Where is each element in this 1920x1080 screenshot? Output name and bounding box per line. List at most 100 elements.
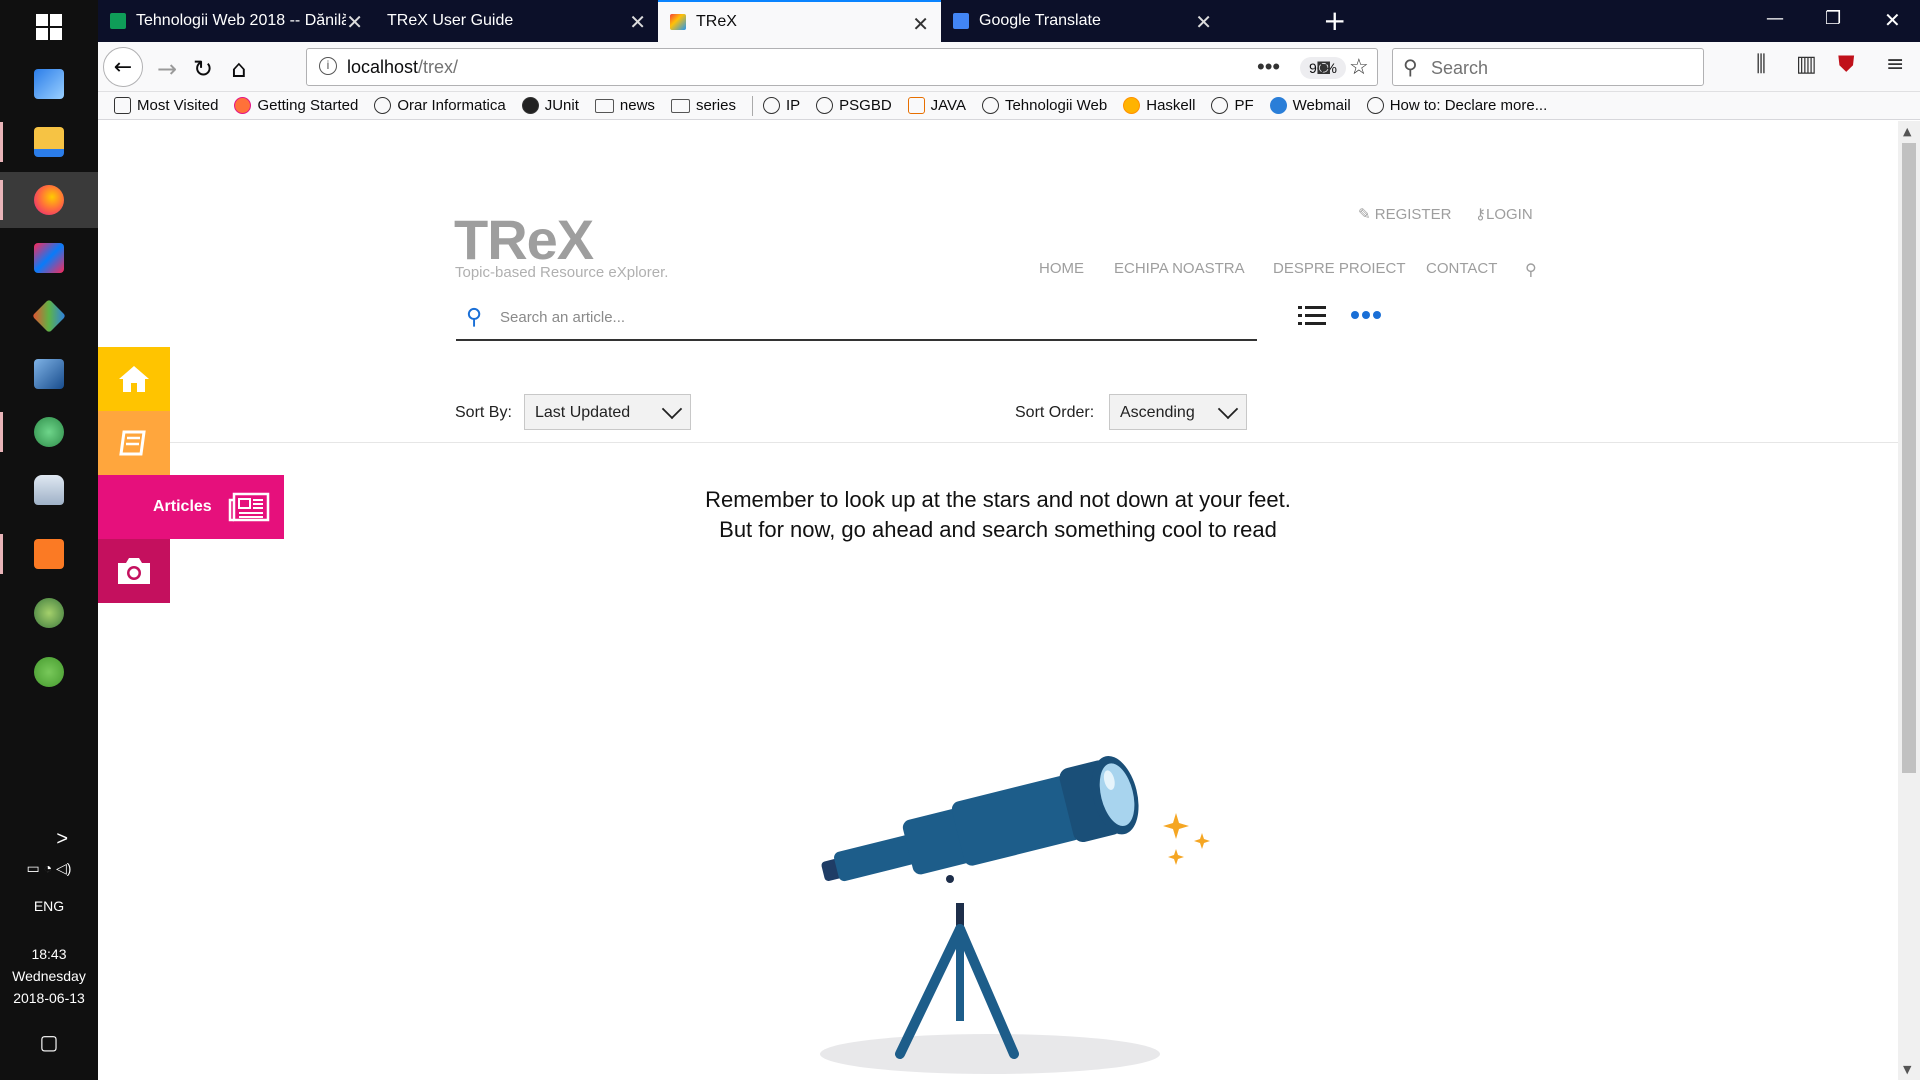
- nav-contact[interactable]: CONTACT: [1426, 260, 1497, 277]
- newspaper-icon: [228, 492, 269, 522]
- home-button[interactable]: ⌂: [222, 52, 256, 86]
- close-window-icon[interactable]: ✕: [1884, 8, 1901, 32]
- chevron-down-icon: [1217, 398, 1239, 420]
- tab-google-translate[interactable]: Google Translate ✕: [941, 0, 1224, 42]
- nav-despre-proiect[interactable]: DESPRE PROIECT: [1273, 260, 1406, 277]
- clock-date[interactable]: 2018-06-13: [0, 990, 98, 1006]
- bookmark-how-to-declare[interactable]: How to: Declare more...: [1366, 97, 1547, 114]
- android-studio-icon[interactable]: [0, 585, 98, 641]
- file-explorer-icon[interactable]: [0, 114, 98, 170]
- database-icon[interactable]: [0, 462, 98, 518]
- scroll-up-icon[interactable]: ▲: [1903, 125, 1911, 138]
- bookmark-ip[interactable]: IP: [762, 97, 800, 114]
- tab-trex[interactable]: TReX ✕: [658, 0, 941, 42]
- bookmark-getting-started[interactable]: Getting Started: [234, 97, 358, 114]
- restore-icon[interactable]: ❐: [1825, 8, 1841, 29]
- tab-tehnologii-web[interactable]: Tehnologii Web 2018 -- Dănilă ✕: [98, 0, 375, 42]
- key-icon: ⚷: [1475, 206, 1486, 223]
- scrollbar-thumb[interactable]: [1902, 143, 1916, 773]
- atom-icon[interactable]: [0, 404, 98, 460]
- site-logo[interactable]: TReX: [454, 207, 594, 272]
- bookmark-series[interactable]: series: [670, 97, 736, 114]
- page-actions-icon[interactable]: •••: [1257, 54, 1280, 80]
- windows-start-icon[interactable]: [36, 14, 62, 40]
- search-icon: ⚲: [1403, 57, 1418, 79]
- tray-icons[interactable]: ▭ ◔ ◁): [0, 860, 98, 877]
- bookmark-orar-informatica[interactable]: Orar Informatica: [374, 97, 506, 114]
- side-menu-home[interactable]: [98, 347, 170, 411]
- gear-icon: [114, 97, 131, 114]
- side-menu-gallery[interactable]: [98, 539, 170, 603]
- nav-echipa-noastra[interactable]: ECHIPA NOASTRA: [1114, 260, 1245, 277]
- side-menu-books[interactable]: [98, 411, 170, 475]
- globe-icon: [1211, 97, 1229, 114]
- bookmark-tehnologii-web[interactable]: Tehnologii Web: [981, 97, 1107, 114]
- github-icon: [521, 97, 539, 114]
- close-tab-icon[interactable]: ✕: [1195, 10, 1212, 35]
- globe-icon: [816, 97, 834, 114]
- bookmark-most-visited[interactable]: Most Visited: [114, 97, 218, 114]
- more-options-icon[interactable]: [1351, 311, 1381, 319]
- bookmark-star-icon[interactable]: ☆: [1349, 54, 1369, 80]
- virtualbox-icon[interactable]: [0, 346, 98, 402]
- reload-button[interactable]: ↻: [186, 52, 220, 86]
- intellij-icon[interactable]: [0, 230, 98, 286]
- book-icon: [119, 430, 146, 456]
- page-scrollbar[interactable]: ▲ ▼: [1898, 121, 1920, 1080]
- sort-by-label: Sort By:: [455, 404, 512, 421]
- git-icon[interactable]: [0, 288, 98, 344]
- globe-icon: [374, 97, 392, 114]
- tab-label: TReX: [696, 13, 737, 30]
- network-drive-icon[interactable]: [0, 56, 98, 112]
- ublock-icon[interactable]: ⛊: [1838, 52, 1855, 77]
- nav-home[interactable]: HOME: [1039, 260, 1084, 277]
- scroll-down-icon[interactable]: ▼: [1903, 1063, 1911, 1076]
- page-content: TReX Topic-based Resource eXplorer. ✎ RE…: [98, 121, 1898, 1080]
- quote-line-2: But for now, go ahead and search somethi…: [719, 517, 1277, 542]
- forward-button[interactable]: →: [150, 52, 184, 86]
- back-button[interactable]: ←: [103, 47, 143, 87]
- close-tab-icon[interactable]: ✕: [629, 10, 646, 35]
- firefox-icon[interactable]: [0, 172, 98, 228]
- xampp-icon[interactable]: [0, 526, 98, 582]
- bookmarks-toolbar: Most Visited Getting Started Orar Inform…: [98, 92, 1920, 120]
- side-menu-articles[interactable]: Articles: [98, 475, 284, 539]
- search-icon: ⚲: [466, 305, 483, 330]
- bookmark-psgbd[interactable]: PSGBD: [816, 97, 892, 114]
- article-search-input[interactable]: [500, 309, 1200, 326]
- info-icon[interactable]: i: [319, 57, 337, 75]
- nav-search-icon[interactable]: ⚲: [1525, 260, 1537, 280]
- close-tab-icon[interactable]: ✕: [346, 10, 363, 35]
- utorrent-icon[interactable]: [0, 644, 98, 700]
- sort-by-select[interactable]: Last Updated: [524, 394, 691, 430]
- list-view-icon[interactable]: [1298, 305, 1326, 329]
- bookmark-java[interactable]: JAVA: [907, 97, 966, 114]
- bookmark-pf[interactable]: PF: [1211, 97, 1254, 114]
- menu-icon[interactable]: ≡: [1886, 52, 1904, 77]
- expand-tray-icon[interactable]: >: [28, 828, 68, 851]
- sidebar-icon[interactable]: ▥: [1796, 52, 1817, 77]
- bookmark-webmail[interactable]: Webmail: [1269, 97, 1351, 114]
- url-text[interactable]: localhost/trex/: [347, 57, 458, 78]
- browser-search-input[interactable]: ⚲ Search: [1392, 48, 1704, 86]
- language-indicator[interactable]: ENG: [0, 898, 98, 914]
- pocket-icon[interactable]: ◙: [1317, 54, 1330, 80]
- translate-icon: [953, 13, 969, 29]
- library-icon[interactable]: ⫼: [1756, 52, 1766, 77]
- clock-time[interactable]: 18:43: [0, 946, 98, 962]
- minimize-icon[interactable]: —: [1766, 8, 1784, 29]
- bookmark-haskell[interactable]: Haskell: [1123, 97, 1195, 114]
- notification-center-icon[interactable]: ▢: [0, 1030, 98, 1055]
- bookmark-junit[interactable]: JUnit: [521, 97, 579, 114]
- empty-state-message: Remember to look up at the stars and not…: [598, 485, 1398, 545]
- login-link[interactable]: ⚷LOGIN: [1475, 205, 1533, 223]
- bookmark-news[interactable]: news: [594, 97, 655, 114]
- site-tagline: Topic-based Resource eXplorer.: [455, 264, 669, 281]
- clock-day[interactable]: Wednesday: [0, 968, 98, 984]
- new-tab-button[interactable]: +: [1323, 4, 1346, 37]
- register-link[interactable]: ✎ REGISTER: [1358, 205, 1451, 223]
- close-tab-icon[interactable]: ✕: [912, 12, 929, 37]
- url-bar[interactable]: i localhost/trex/ 90% ••• ◙ ☆: [306, 48, 1378, 86]
- tab-trex-user-guide[interactable]: TReX User Guide ✕: [375, 0, 658, 42]
- sort-order-select[interactable]: Ascending: [1109, 394, 1247, 430]
